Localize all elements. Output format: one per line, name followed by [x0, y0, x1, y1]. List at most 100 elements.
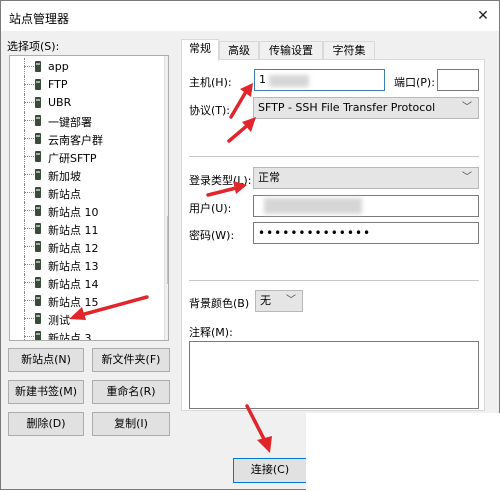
tree-line — [24, 84, 34, 85]
protocol-label: 协议(T): — [189, 104, 231, 117]
new-folder-button[interactable]: 新文件夹(F) — [92, 348, 170, 372]
tab-charset[interactable]: 字符集 — [323, 41, 375, 60]
host-input[interactable]: 1 — [254, 69, 385, 91]
tree-item-label: 新站点 13 — [48, 260, 99, 273]
tree-line — [24, 228, 34, 229]
tree-line — [24, 174, 34, 175]
scroll-thumb[interactable] — [167, 216, 168, 284]
server-icon — [35, 187, 41, 198]
tree-line — [24, 138, 34, 139]
tree-line — [24, 328, 25, 340]
tree-scrollbar[interactable]: ▲ ▼ — [164, 56, 168, 340]
window-title: 站点管理器 — [9, 12, 70, 26]
tree-line — [24, 282, 34, 283]
section-divider — [189, 156, 479, 157]
tree-item[interactable]: FTP — [10, 76, 160, 94]
server-icon — [35, 295, 41, 306]
tree-item-label: 新站点 12 — [48, 242, 99, 255]
bg-color-label: 背景颜色(B) — [189, 297, 250, 310]
tree-line — [24, 264, 34, 265]
tree-line — [24, 274, 25, 292]
port-input[interactable] — [437, 69, 479, 91]
tree-item[interactable]: UBR — [10, 94, 160, 112]
tree-item[interactable]: 新站点 10 — [10, 202, 160, 220]
tree-line — [24, 156, 34, 157]
rename-button[interactable]: 重命名(R) — [92, 380, 170, 404]
server-icon — [35, 241, 41, 252]
tree-item[interactable]: 新站点 13 — [10, 256, 160, 274]
tree-item[interactable]: 新加坡 — [10, 166, 160, 184]
tree-item[interactable]: 新站点 12 — [10, 238, 160, 256]
tree-line — [24, 238, 25, 256]
tree-item-label: UBR — [48, 96, 72, 109]
tree-line — [24, 210, 34, 211]
tab-advanced[interactable]: 高级 — [219, 41, 259, 60]
tree-item[interactable]: 新站点 — [10, 184, 160, 202]
tree-line — [24, 256, 25, 274]
title-bar: 站点管理器 ✕ — [1, 1, 499, 31]
tree-item[interactable]: 一键部署 — [10, 112, 160, 130]
tree-item-label: 新加坡 — [48, 170, 81, 183]
logon-type-value: 正常 — [258, 171, 280, 184]
tree-line — [24, 76, 25, 94]
tree-item[interactable]: 新站点 14 — [10, 274, 160, 292]
tree-item[interactable]: 广研SFTP — [10, 148, 160, 166]
protocol-select[interactable]: SFTP - SSH File Transfer Protocol ﹀ — [253, 97, 479, 119]
server-icon — [35, 331, 41, 340]
tree-line — [24, 120, 34, 121]
annotation-arrow — [245, 404, 272, 453]
host-value: 1 — [259, 73, 266, 86]
delete-button[interactable]: 删除(D) — [8, 412, 84, 436]
port-label: 端口(P): — [394, 76, 435, 89]
tree-line — [24, 184, 25, 202]
tab-general[interactable]: 常规 — [181, 39, 219, 61]
tree-item[interactable]: 新站点 3 — [10, 328, 160, 340]
tab-transfer-settings[interactable]: 传输设置 — [259, 41, 323, 60]
tree-line — [24, 246, 34, 247]
logon-type-select[interactable]: 正常 ﹀ — [253, 167, 479, 189]
new-site-button[interactable]: 新站点(N) — [8, 348, 84, 372]
section-divider — [189, 280, 479, 281]
scroll-up-icon[interactable]: ▲ — [165, 58, 168, 70]
user-input[interactable] — [253, 195, 479, 217]
tree-line — [24, 292, 25, 310]
bg-color-select[interactable]: 无 ﹀ — [255, 290, 303, 312]
tree-item[interactable]: 云南客户群 — [10, 130, 160, 148]
host-label: 主机(H): — [189, 76, 232, 89]
annotation-arrow — [206, 181, 247, 197]
tree-line — [24, 148, 25, 166]
tree-line — [24, 112, 25, 130]
tree-item-label: 新站点 14 — [48, 278, 99, 291]
cropped-area — [306, 413, 500, 491]
annotation-arrow — [227, 117, 256, 143]
scroll-down-icon[interactable]: ▼ — [165, 326, 168, 338]
server-icon — [35, 313, 41, 324]
tree-item-label: 新站点 10 — [48, 206, 99, 219]
chevron-down-icon: ﹀ — [462, 172, 472, 183]
redaction-blur — [269, 75, 309, 87]
new-bookmark-button[interactable]: 新建书签(M) — [8, 380, 84, 404]
server-icon — [35, 61, 41, 72]
server-icon — [35, 277, 41, 288]
annotation-arrow — [69, 295, 149, 320]
server-icon — [35, 259, 41, 270]
password-input[interactable]: •••••••••••••• — [253, 222, 479, 244]
server-icon — [35, 115, 41, 126]
close-icon[interactable]: ✕ — [473, 6, 493, 26]
tree-item[interactable]: 新站点 11 — [10, 220, 160, 238]
server-icon — [35, 133, 41, 144]
comment-textarea[interactable] — [189, 341, 479, 409]
tree-line — [24, 102, 34, 103]
site-manager-window: 站点管理器 ✕ 选择项(S): app FTP UBR 一键部署 云南客户群 广研SFTP… — [0, 0, 500, 491]
tree-line — [24, 310, 25, 328]
chevron-down-icon: ﹀ — [286, 295, 296, 306]
tree-line — [24, 130, 25, 148]
copy-button[interactable]: 复制(I) — [92, 412, 170, 436]
tree-item-label: 新站点 11 — [48, 224, 99, 237]
tree-line — [24, 300, 34, 301]
comment-label: 注释(M): — [189, 326, 233, 339]
tree-line — [24, 192, 34, 193]
tree-item[interactable]: app — [10, 58, 160, 76]
connect-button[interactable]: 连接(C) — [233, 458, 307, 483]
tree-line — [24, 318, 34, 319]
